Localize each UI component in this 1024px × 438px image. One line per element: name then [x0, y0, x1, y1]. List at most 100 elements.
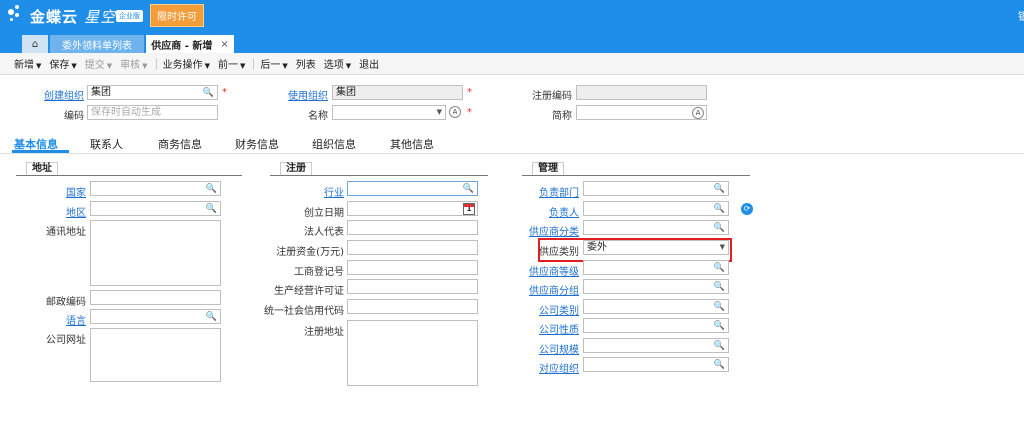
- company-scale-field[interactable]: 🔍: [583, 338, 729, 353]
- search-icon[interactable]: 🔍: [203, 87, 214, 100]
- country-field[interactable]: 🔍: [90, 181, 221, 196]
- list-button[interactable]: 列表: [296, 56, 316, 71]
- credit-code-field[interactable]: [347, 299, 478, 314]
- legal-rep-label: 法人代表: [304, 227, 344, 238]
- search-icon[interactable]: 🔍: [714, 320, 725, 333]
- use-org-label[interactable]: 使用组织: [284, 87, 328, 102]
- refresh-icon[interactable]: ⟳: [741, 203, 753, 215]
- founded-date-field[interactable]: 1: [347, 201, 478, 216]
- reg-code-label: 注册编码: [532, 91, 572, 102]
- short-name-field[interactable]: A: [576, 105, 707, 120]
- capital-label: 注册资金(万元): [276, 247, 344, 258]
- new-button[interactable]: 新增 ▼: [14, 56, 41, 71]
- search-icon[interactable]: 🔍: [714, 359, 725, 372]
- next-button[interactable]: 后一 ▼: [260, 56, 287, 71]
- biz-reg-no-label: 工商登记号: [294, 267, 344, 278]
- tab-org-info[interactable]: 组织信息: [312, 136, 356, 152]
- postcode-field[interactable]: [90, 290, 221, 305]
- search-icon[interactable]: 🔍: [206, 311, 217, 324]
- tab-contacts[interactable]: 联系人: [90, 136, 123, 152]
- short-name-label: 简称: [552, 111, 572, 122]
- audit-button[interactable]: 审核 ▼: [120, 56, 147, 71]
- close-icon[interactable]: ×: [220, 39, 228, 50]
- exit-button[interactable]: 退出: [359, 56, 379, 71]
- search-icon[interactable]: 🔍: [206, 203, 217, 216]
- create-org-field[interactable]: 集团 🔍: [87, 85, 218, 100]
- supplier-class-field[interactable]: 🔍: [583, 220, 729, 235]
- create-org-label[interactable]: 创建组织: [40, 87, 84, 102]
- industry-label[interactable]: 行业: [290, 184, 344, 199]
- license-button[interactable]: 限时许可: [150, 4, 204, 27]
- supplier-type-select[interactable]: 委外 ▼: [583, 240, 729, 255]
- options-button[interactable]: 选项 ▼: [324, 56, 351, 71]
- business-ops-button[interactable]: 业务操作 ▼: [163, 56, 210, 71]
- biz-reg-no-field[interactable]: [347, 260, 478, 275]
- industry-field[interactable]: 🔍: [347, 181, 478, 196]
- website-field[interactable]: [90, 328, 221, 382]
- capital-field[interactable]: [347, 240, 478, 255]
- search-icon[interactable]: 🔍: [714, 222, 725, 235]
- code-field[interactable]: 保存时自动生成: [87, 105, 218, 120]
- region-field[interactable]: 🔍: [90, 201, 221, 216]
- language-label[interactable]: 语言: [40, 312, 86, 327]
- company-type-field[interactable]: 🔍: [583, 299, 729, 314]
- company-nature-label[interactable]: 公司性质: [520, 321, 579, 336]
- multilang-icon[interactable]: A: [449, 106, 461, 118]
- search-icon[interactable]: 🔍: [714, 203, 725, 216]
- search-icon[interactable]: 🔍: [714, 262, 725, 275]
- submit-button[interactable]: 提交 ▼: [85, 56, 112, 71]
- user-corner[interactable]: 银: [1018, 8, 1024, 23]
- tab-outsource-list[interactable]: 委外领料单列表: [50, 35, 144, 53]
- tab-supplier-new[interactable]: 供应商 - 新增 ×: [146, 35, 234, 53]
- tab-home[interactable]: ⌂: [22, 35, 48, 53]
- reg-code-field: [576, 85, 707, 100]
- previous-button[interactable]: 前一 ▼: [218, 56, 245, 71]
- region-label[interactable]: 地区: [40, 204, 86, 219]
- reg-address-field[interactable]: [347, 320, 478, 386]
- supplier-grade-label[interactable]: 供应商等级: [520, 263, 579, 278]
- section-divider: [522, 175, 750, 176]
- section-divider: [16, 175, 242, 176]
- prod-license-field[interactable]: [347, 279, 478, 294]
- search-icon[interactable]: 🔍: [714, 301, 725, 314]
- supplier-class-label[interactable]: 供应商分类: [520, 223, 579, 238]
- supplier-group-field[interactable]: 🔍: [583, 279, 729, 294]
- multilang-icon[interactable]: A: [692, 107, 704, 119]
- person-field[interactable]: 🔍: [583, 201, 729, 216]
- section-address-title: 地址: [26, 162, 58, 175]
- tab-business-info[interactable]: 商务信息: [158, 136, 202, 152]
- use-org-field: 集团: [332, 85, 463, 100]
- search-icon[interactable]: 🔍: [206, 183, 217, 196]
- language-field[interactable]: 🔍: [90, 309, 221, 324]
- chevron-down-icon[interactable]: ▼: [437, 106, 442, 119]
- supplier-group-label[interactable]: 供应商分组: [520, 282, 579, 297]
- calendar-icon[interactable]: 1: [463, 203, 475, 215]
- person-label[interactable]: 负责人: [520, 204, 579, 219]
- subtab-bar: [0, 133, 1024, 153]
- search-icon[interactable]: 🔍: [714, 183, 725, 196]
- company-nature-field[interactable]: 🔍: [583, 318, 729, 333]
- logo-dots-icon: [6, 3, 28, 27]
- counter-org-label[interactable]: 对应组织: [520, 360, 579, 375]
- dept-label[interactable]: 负责部门: [520, 184, 579, 199]
- tab-finance-info[interactable]: 财务信息: [235, 136, 279, 152]
- comm-address-label: 通讯地址: [46, 227, 86, 238]
- search-icon[interactable]: 🔍: [714, 340, 725, 353]
- website-label: 公司网址: [46, 335, 86, 346]
- search-icon[interactable]: 🔍: [463, 183, 474, 196]
- name-field[interactable]: ▼: [332, 105, 446, 120]
- legal-rep-field[interactable]: [347, 220, 478, 235]
- toolbar-divider: [155, 57, 157, 70]
- comm-address-field[interactable]: [90, 220, 221, 286]
- tab-other-info[interactable]: 其他信息: [390, 136, 434, 152]
- supplier-grade-field[interactable]: 🔍: [583, 260, 729, 275]
- company-type-label[interactable]: 公司类别: [520, 302, 579, 317]
- postcode-label: 邮政编码: [46, 297, 86, 308]
- search-icon[interactable]: 🔍: [714, 281, 725, 294]
- save-button[interactable]: 保存 ▼: [49, 56, 76, 71]
- company-scale-label[interactable]: 公司规模: [520, 341, 579, 356]
- chevron-down-icon[interactable]: ▼: [720, 241, 725, 254]
- country-label[interactable]: 国家: [40, 184, 86, 199]
- counter-org-field[interactable]: 🔍: [583, 357, 729, 372]
- dept-field[interactable]: 🔍: [583, 181, 729, 196]
